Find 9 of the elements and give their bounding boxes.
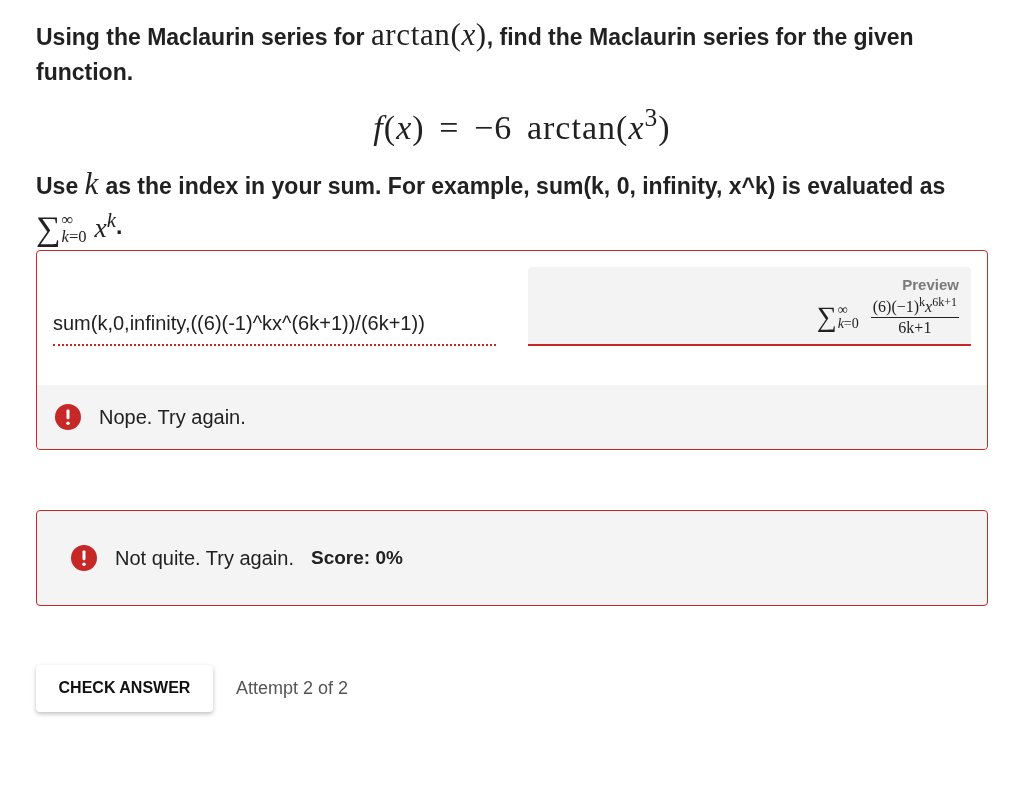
math-equation: f(x) = −6 arctan(x$^{3}$) xyxy=(373,108,671,148)
check-answer-button[interactable]: CHECK ANSWER xyxy=(36,664,213,712)
question-text: Using the Maclaurin series for arctan(x), find the Maclaurin series for the given function. xyxy=(36,17,915,87)
preview-label: Preview xyxy=(902,274,959,295)
feedback-message: Nope. Try again. xyxy=(99,404,246,430)
attempt-counter: Attempt 2 of 2 xyxy=(236,676,349,700)
answer-input[interactable]: sum(k,0,infinity,((6)(-1)^kx^(6k+1))/(6k+1)) xyxy=(53,302,496,346)
result-message: Not quite. Try again. xyxy=(115,545,294,571)
score-text: Score: 0% xyxy=(311,545,403,570)
